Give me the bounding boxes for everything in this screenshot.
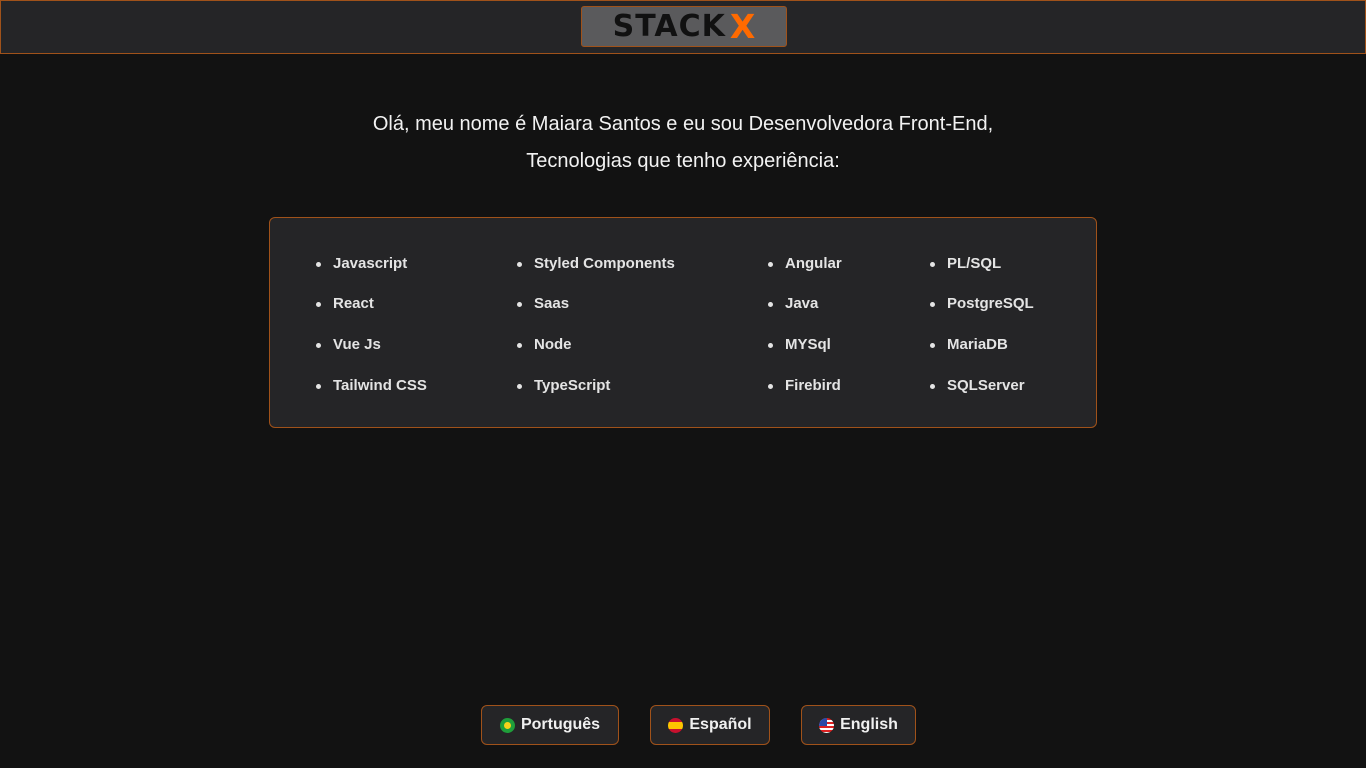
tech-item: Styled Components — [517, 254, 675, 274]
tech-item: SQLServer — [930, 376, 1025, 396]
tech-item: Tailwind CSS — [316, 376, 427, 396]
header: STACK X — [0, 0, 1366, 54]
intro-text: Olá, meu nome é Maiara Santos e eu sou D… — [0, 106, 1366, 180]
brazil-flag-icon — [499, 717, 515, 733]
tech-item: TypeScript — [517, 376, 610, 396]
language-label: Español — [689, 716, 752, 733]
tech-item: MariaDB — [930, 335, 1008, 355]
tech-item: Vue Js — [316, 335, 381, 355]
logo-x-mark: X — [729, 7, 756, 46]
tech-item: Firebird — [768, 376, 841, 396]
tech-item: PL/SQL — [930, 254, 1001, 274]
technologies-panel: Javascript React Vue Js Tailwind CSS Sty… — [269, 217, 1097, 428]
intro-line-2: Tecnologias que tenho experiência: — [526, 150, 840, 172]
tech-item: React — [316, 294, 374, 314]
tech-item: Javascript — [316, 254, 407, 274]
logo-text: STACK — [612, 9, 726, 44]
tech-item: Angular — [768, 254, 842, 274]
tech-item: MYSql — [768, 335, 831, 355]
intro-line-1: Olá, meu nome é Maiara Santos e eu sou D… — [372, 113, 994, 135]
tech-item: PostgreSQL — [930, 294, 1034, 314]
stackx-logo[interactable]: STACK X — [581, 6, 787, 47]
tech-item: Java — [768, 294, 818, 314]
language-label: English — [840, 716, 898, 733]
language-button-portuguese[interactable]: Português — [481, 705, 619, 745]
usa-flag-icon — [819, 717, 835, 733]
tech-item: Node — [517, 335, 572, 355]
tech-item: Saas — [517, 294, 569, 314]
language-button-english[interactable]: English — [801, 705, 916, 745]
language-button-spanish[interactable]: Español — [650, 705, 770, 745]
language-label: Português — [520, 716, 601, 733]
spain-flag-icon — [668, 717, 684, 733]
